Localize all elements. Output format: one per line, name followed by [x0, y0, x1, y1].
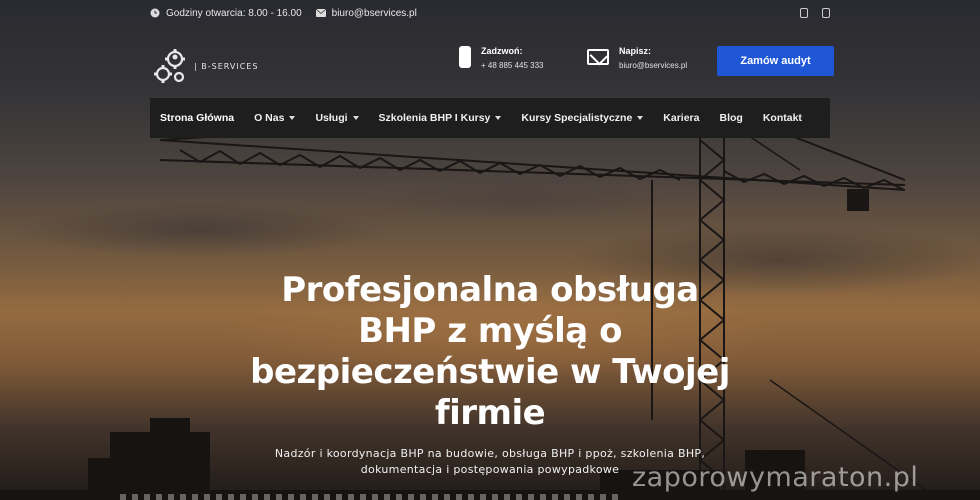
main-nav: Strona Główna O Nas Usługi Szkolenia BHP… [150, 98, 830, 138]
watermark: zaporowymaraton.pl [632, 462, 919, 493]
instagram-icon[interactable] [822, 8, 830, 18]
nav-item-about[interactable]: O Nas [254, 112, 296, 124]
smartphone-icon [459, 46, 471, 68]
top-email-text[interactable]: biuro@bservices.pl [332, 8, 417, 19]
nav-item-services[interactable]: Usługi [315, 112, 359, 124]
order-audit-button[interactable]: Zamów audyt [717, 46, 834, 76]
phone-contact[interactable]: Zadzwoń: + 48 885 445 333 [459, 46, 544, 70]
phone-number[interactable]: + 48 885 445 333 [481, 61, 544, 70]
caret-down-icon [289, 116, 296, 120]
mail-address[interactable]: biuro@bservices.pl [619, 61, 687, 70]
site-header: | B-SERVICES Zadzwoń: + 48 885 445 333 N… [150, 40, 834, 88]
envelope-icon [315, 8, 326, 18]
hero-section: Profesjonalna obsługa BHP z myślą o bezp… [250, 270, 730, 478]
mail-title: Napisz: [619, 46, 652, 56]
opening-hours-text: Godziny otwarcia: 8.00 - 16.00 [166, 7, 302, 19]
social-links [800, 8, 830, 18]
hero-title: Profesjonalna obsługa BHP z myślą o bezp… [250, 270, 730, 433]
top-info-bar: Godziny otwarcia: 8.00 - 16.00 biuro@bse… [150, 0, 830, 26]
bottom-text-strip [120, 494, 620, 500]
nav-item-contact[interactable]: Kontakt [763, 112, 802, 124]
brand-name: | B-SERVICES [194, 61, 259, 71]
opening-hours: Godziny otwarcia: 8.00 - 16.00 [150, 8, 302, 19]
nav-item-training[interactable]: Szkolenia BHP I Kursy [379, 112, 502, 124]
facebook-icon[interactable] [800, 8, 808, 18]
caret-down-icon [637, 116, 644, 120]
caret-down-icon [495, 116, 502, 120]
nav-item-career[interactable]: Kariera [663, 112, 699, 124]
nav-item-home[interactable]: Strona Główna [160, 112, 234, 124]
phone-title: Zadzwoń: [481, 46, 523, 56]
gears-logo-icon [152, 46, 190, 86]
nav-item-blog[interactable]: Blog [720, 112, 743, 124]
clock-icon [150, 8, 160, 18]
top-email[interactable]: biuro@bservices.pl [315, 8, 417, 19]
caret-down-icon [352, 116, 359, 120]
mail-contact[interactable]: Napisz: biuro@bservices.pl [587, 46, 687, 70]
nav-item-specialist-courses[interactable]: Kursy Specjalistyczne [521, 112, 644, 124]
envelope-icon [587, 49, 609, 65]
logo[interactable]: | B-SERVICES [152, 46, 258, 86]
